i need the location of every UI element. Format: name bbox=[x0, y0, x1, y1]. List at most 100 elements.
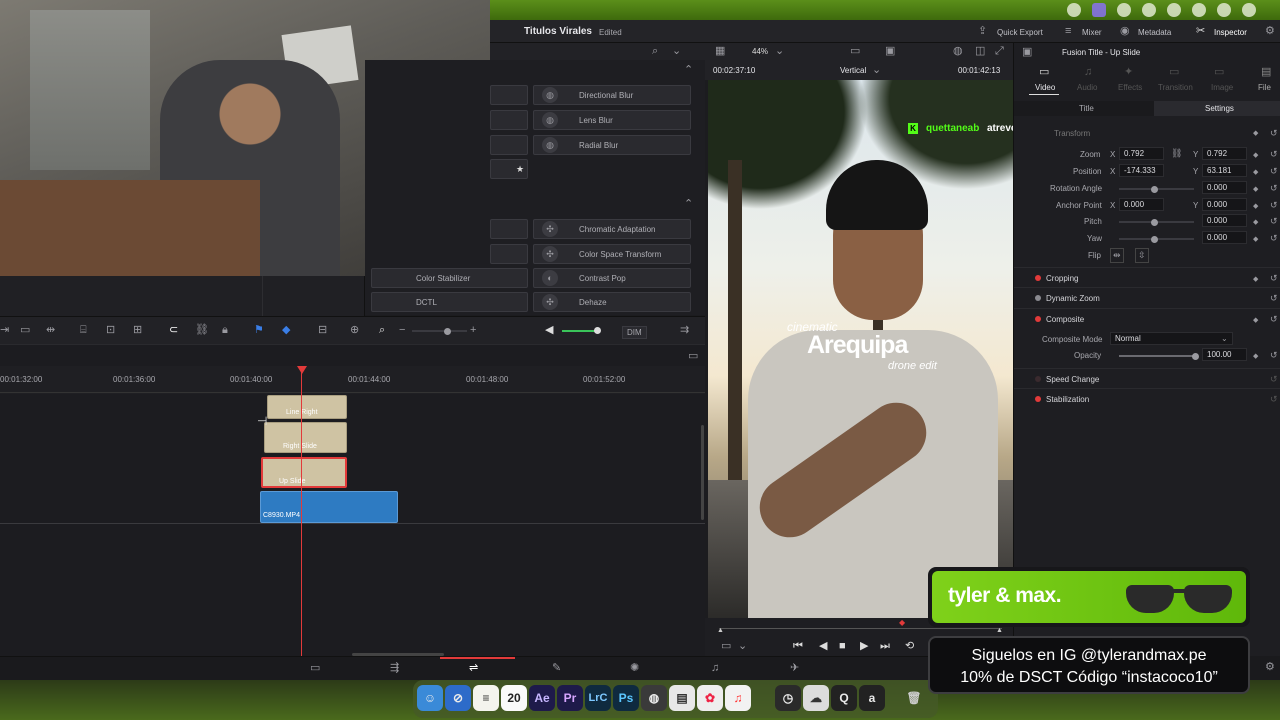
composite-mode-select[interactable]: Normal ⌄ bbox=[1110, 332, 1233, 345]
overwrite-icon[interactable]: ⊞ bbox=[133, 325, 142, 336]
skip-back-icon[interactable]: ⏮︎ bbox=[793, 641, 803, 652]
subtab-title[interactable]: Title bbox=[1079, 104, 1094, 113]
yaw-field[interactable]: 0.000 bbox=[1202, 231, 1247, 244]
keyframe-icon[interactable]: ◆ bbox=[1253, 128, 1258, 139]
rotation-field[interactable]: 0.000 bbox=[1202, 181, 1247, 194]
keyframe-icon[interactable]: ◆ bbox=[1253, 217, 1258, 228]
favorite-star-icon[interactable]: ★ bbox=[516, 164, 524, 175]
quick-export-button[interactable]: Quick Export bbox=[997, 28, 1043, 37]
menu-icon-8[interactable] bbox=[1242, 3, 1256, 17]
reset-icon[interactable]: ↺ bbox=[1270, 374, 1278, 385]
playhead-head[interactable] bbox=[297, 366, 307, 374]
viewer-zoom[interactable]: 44% bbox=[752, 47, 768, 56]
reset-icon[interactable]: ↺ bbox=[1270, 273, 1278, 284]
zoom-slider[interactable] bbox=[412, 327, 467, 335]
flip-vertical-icon[interactable]: ⇳ bbox=[1135, 248, 1149, 263]
overlay-icon[interactable]: ▣ bbox=[885, 46, 895, 57]
reset-icon[interactable]: ↺ bbox=[1270, 350, 1278, 361]
tab-audio-icon[interactable]: ♫ bbox=[1084, 67, 1092, 78]
tab-video[interactable]: Video bbox=[1035, 83, 1055, 92]
search-icon[interactable]: ⌕ bbox=[652, 46, 658, 57]
project-settings-icon[interactable]: ⚙ bbox=[1265, 662, 1275, 673]
dock-lightroom-icon[interactable]: LrC bbox=[585, 685, 611, 711]
flip-horizontal-icon[interactable]: ⇹ bbox=[1110, 248, 1124, 263]
metadata-icon[interactable]: ◉ bbox=[1120, 26, 1130, 37]
stop-icon[interactable]: ■ bbox=[839, 641, 846, 652]
flag-icon[interactable]: ⚑ bbox=[254, 325, 264, 336]
title-clip-line-right[interactable]: Line Right bbox=[267, 395, 347, 419]
link-icon[interactable]: ⛓ bbox=[1171, 148, 1182, 159]
rotation-slider[interactable] bbox=[1119, 185, 1194, 193]
section-cropping[interactable]: Cropping ◆ ↺ bbox=[1014, 267, 1280, 287]
inspector-icon[interactable]: ✂ bbox=[1196, 26, 1205, 37]
keyframe-icon[interactable]: ◆ bbox=[1253, 351, 1258, 362]
tab-effects-icon[interactable]: ✦ bbox=[1124, 67, 1133, 78]
reset-icon[interactable]: ↺ bbox=[1270, 233, 1278, 244]
view-options-icon[interactable]: ▦ bbox=[715, 46, 725, 57]
menu-icon-4[interactable] bbox=[1142, 3, 1156, 17]
reset-icon[interactable]: ↺ bbox=[1270, 166, 1278, 177]
dock-a-icon[interactable]: a bbox=[859, 685, 885, 711]
keyframe-icon[interactable]: ◆ bbox=[1253, 167, 1258, 178]
anchor-x-field[interactable]: 0.000 bbox=[1119, 198, 1164, 211]
tab-effects[interactable]: Effects bbox=[1118, 83, 1142, 92]
clip-view-icon[interactable]: ▭ bbox=[850, 46, 860, 57]
effect-left-5[interactable] bbox=[490, 219, 528, 239]
zoom-dropdown-icon[interactable]: ⌄ bbox=[775, 46, 784, 57]
split-view-icon[interactable]: ◫ bbox=[975, 46, 985, 57]
dock-calendar-icon[interactable]: 20 bbox=[501, 685, 527, 711]
fusion-page-icon[interactable]: ✎ bbox=[552, 663, 561, 674]
skip-forward-icon[interactable]: ⏭︎ bbox=[880, 641, 890, 652]
vertical-scrollbar[interactable] bbox=[701, 425, 704, 520]
position-x-field[interactable]: -174.333 bbox=[1119, 164, 1164, 177]
video-clip[interactable]: C8930.MP4 bbox=[260, 491, 398, 523]
metadata-button[interactable]: Metadata bbox=[1138, 28, 1171, 37]
keyframe-icon[interactable]: ◆ bbox=[1253, 150, 1258, 161]
snap-icon[interactable]: ⊂ bbox=[169, 325, 178, 336]
dock-after-effects-icon[interactable]: Ae bbox=[529, 685, 555, 711]
pitch-slider[interactable] bbox=[1119, 218, 1194, 226]
video-viewer[interactable]: cinematic Arequipa drone edit bbox=[708, 80, 1013, 618]
opacity-field[interactable]: 100.00 bbox=[1202, 348, 1247, 361]
link-icon[interactable]: ⛓ bbox=[195, 325, 209, 336]
dock-music-icon[interactable]: ♫ bbox=[725, 685, 751, 711]
dock-photoshop-icon[interactable]: Ps bbox=[613, 685, 639, 711]
color-picker-icon[interactable]: ◍ bbox=[953, 46, 963, 57]
reset-icon[interactable]: ↺ bbox=[1270, 394, 1278, 405]
lock-icon[interactable]: 🔒︎ bbox=[222, 325, 228, 336]
keyframe-icon[interactable]: ◆ bbox=[1253, 234, 1258, 245]
dock-cloud-icon[interactable]: ☁ bbox=[803, 685, 829, 711]
section-dynamic-zoom[interactable]: Dynamic Zoom ↺ bbox=[1014, 287, 1280, 307]
menu-icon-2[interactable] bbox=[1092, 3, 1106, 17]
reverse-icon[interactable]: ◀︎ bbox=[819, 641, 827, 652]
dock-preview-icon[interactable]: ▤ bbox=[669, 685, 695, 711]
keyframe-icon[interactable]: ◆ bbox=[1253, 274, 1258, 285]
dock-clock-icon[interactable]: ◷ bbox=[775, 685, 801, 711]
keyframe-icon[interactable]: ◆ bbox=[1253, 315, 1258, 326]
menu-icon-7[interactable] bbox=[1217, 3, 1231, 17]
slider-knob[interactable] bbox=[1192, 352, 1199, 360]
title-clip-right-slide[interactable]: Right Slide bbox=[264, 422, 347, 453]
effect-dctl[interactable] bbox=[371, 292, 528, 312]
zoom-y-field[interactable]: 0.792 bbox=[1202, 147, 1247, 160]
reset-icon[interactable]: ↺ bbox=[1270, 149, 1278, 160]
edit-page-icon[interactable]: ⇌ bbox=[469, 663, 478, 674]
inspector-button[interactable]: Inspector bbox=[1214, 28, 1247, 37]
timeline-options-icon[interactable]: ⇉ bbox=[680, 325, 689, 336]
anchor-y-field[interactable]: 0.000 bbox=[1202, 198, 1247, 211]
subtab-settings[interactable]: Settings bbox=[1205, 104, 1234, 113]
play-icon[interactable]: ▶︎ bbox=[860, 641, 868, 652]
scrub-playhead[interactable]: ◆ bbox=[899, 618, 905, 627]
keyframe-icon[interactable]: ◆ bbox=[1253, 201, 1258, 212]
dock-premiere-icon[interactable]: Pr bbox=[557, 685, 583, 711]
tab-audio[interactable]: Audio bbox=[1077, 83, 1097, 92]
zoom-in-icon[interactable]: + bbox=[470, 325, 476, 336]
reset-icon[interactable]: ↺ bbox=[1270, 183, 1278, 194]
dock-finder-icon[interactable]: ☺ bbox=[417, 685, 443, 711]
section-stabilization[interactable]: Stabilization ↺ bbox=[1014, 388, 1280, 408]
deliver-page-icon[interactable]: ✈ bbox=[790, 663, 799, 674]
slider-knob[interactable] bbox=[1151, 235, 1158, 243]
crop-icon[interactable]: ▭ bbox=[721, 641, 731, 652]
section-composite[interactable]: Composite ◆ ↺ bbox=[1014, 308, 1280, 328]
playhead[interactable] bbox=[301, 370, 302, 656]
